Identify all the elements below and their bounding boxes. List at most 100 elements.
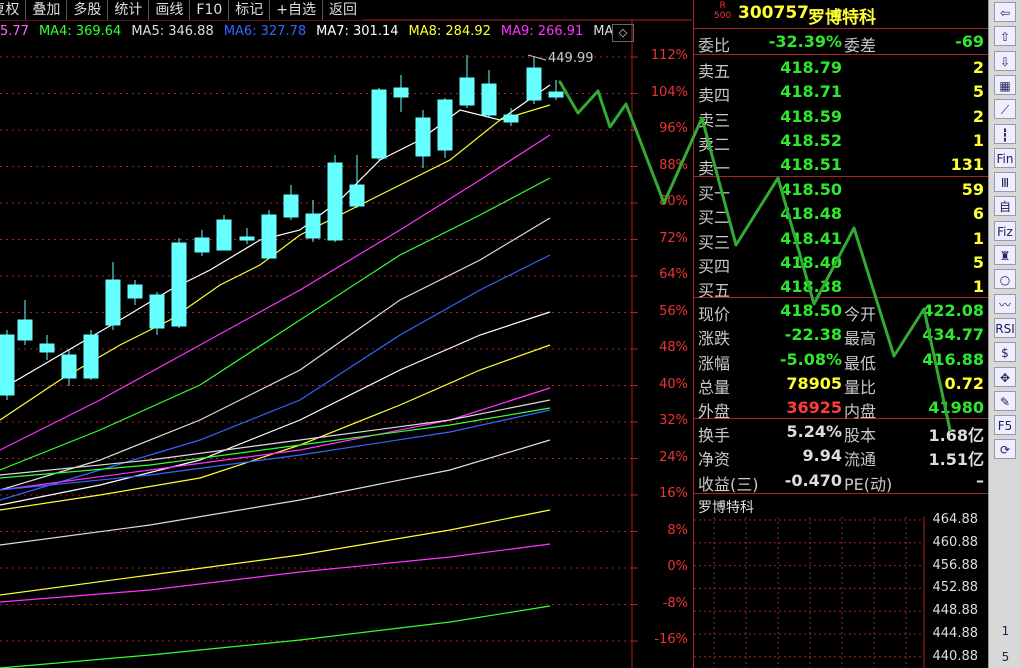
stat-label: 涨跌: [698, 329, 731, 349]
back-arrow-icon[interactable]: ⇦: [994, 2, 1016, 22]
kline-icon[interactable]: ┇: [994, 123, 1016, 144]
fund-label: 收益(三): [698, 474, 759, 494]
rsi-icon[interactable]: RSI: [994, 317, 1016, 338]
toolbar-button-7[interactable]: +自选: [269, 0, 322, 20]
percent-tick-label: 96%: [659, 121, 688, 136]
sell-level-label: 卖二: [698, 134, 731, 154]
sell-price: 418.71: [780, 82, 842, 102]
percent-tick-label: 104%: [650, 84, 688, 100]
toolbar-button-2[interactable]: 多股: [66, 0, 107, 20]
sell-qty: 131: [950, 155, 984, 175]
buy-qty: 6: [972, 204, 984, 224]
stock-code[interactable]: 300757: [738, 3, 809, 23]
toolbar-button-4[interactable]: 画线: [148, 0, 189, 20]
candle-body: [327, 162, 343, 241]
stat-label: 总量: [698, 377, 731, 397]
line-chart-icon[interactable]: ⟋: [994, 99, 1016, 120]
percent-tick-label: 64%: [659, 267, 688, 282]
sell-row: 卖二 418.52 1: [694, 129, 988, 154]
sell-price: 418.79: [780, 58, 842, 77]
buy-qty: 1: [972, 228, 984, 248]
candle-body: [459, 77, 475, 106]
candle-body: [548, 91, 564, 98]
percent-tick-label: 32%: [659, 413, 688, 428]
buy-level-label: 买五: [698, 281, 731, 301]
sell-qty: 5: [972, 82, 984, 102]
pen-icon[interactable]: ✎: [994, 390, 1016, 411]
max-price-label: 449.99: [548, 51, 594, 66]
figure-icon[interactable]: ♜: [994, 245, 1016, 265]
refresh-icon[interactable]: ⟳: [994, 439, 1016, 460]
sell-qty: 2: [972, 106, 984, 126]
order-diff-value: -69: [955, 32, 984, 51]
percent-tick-label: 40%: [659, 376, 688, 392]
candle-body: [371, 89, 387, 159]
buy-qty: 1: [972, 277, 984, 297]
down-arrow-icon[interactable]: ⇩: [994, 50, 1016, 71]
buy-price: 418.50: [780, 180, 842, 199]
candle-body: [17, 319, 33, 341]
mini-price-label: 456.88: [932, 557, 979, 573]
toolbar-button-8[interactable]: 返回: [322, 0, 363, 20]
candle-body: [127, 284, 143, 299]
sell-row: 卖四 418.71 5: [694, 80, 988, 105]
sell-qty: 2: [972, 58, 984, 77]
stat-value: 0.72: [944, 373, 984, 393]
kline-chart[interactable]: [0, 0, 692, 668]
kline-chart-pane[interactable]: 5.77 MA4: 369.64 MA5: 346.88 MA6: 327.78 MA7…: [0, 0, 692, 668]
self-icon[interactable]: 自: [994, 196, 1016, 217]
percent-tick-label: 112%: [650, 48, 688, 63]
r-badge-top: R: [719, 1, 726, 11]
candle-body: [415, 117, 431, 157]
candle-body: [503, 114, 519, 123]
stat-label: 量比: [844, 377, 877, 397]
move-icon[interactable]: ✥: [994, 366, 1016, 387]
order-ratio-value: -32.39%: [768, 32, 842, 51]
toolbar-button-6[interactable]: 标记: [228, 0, 269, 20]
candle-body: [105, 279, 121, 326]
candle-body: [0, 334, 15, 396]
buy-row: 买四 418.40 5: [694, 251, 988, 276]
candle-body: [194, 237, 210, 253]
candle-body: [83, 334, 99, 379]
stat-label: 现价: [698, 305, 731, 324]
legend-toggle-icon[interactable]: ◇: [612, 24, 634, 42]
stat-label: 外盘: [698, 402, 731, 422]
fin-icon[interactable]: Fin: [994, 147, 1016, 168]
list-icon[interactable]: ▦: [994, 74, 1016, 95]
fund-value: 5.24%: [786, 422, 842, 441]
stat-value: 78905: [786, 373, 842, 393]
ma-line: [0, 344, 551, 511]
toolbar-number[interactable]: 5: [989, 650, 1021, 664]
f5-icon[interactable]: F5: [994, 415, 1016, 436]
ma-line: [0, 509, 551, 596]
mini-price-label: 448.88: [932, 603, 979, 619]
fund-value: -0.470: [784, 470, 842, 490]
dollar-icon[interactable]: $: [994, 342, 1016, 363]
buy-level-label: 买三: [698, 232, 731, 252]
stock-name[interactable]: 罗博特科: [808, 3, 876, 28]
stat-row: 涨幅 -5.08% 最低 416.88: [694, 348, 988, 373]
up-arrow-icon[interactable]: ⇧: [994, 26, 1016, 47]
toolbar-button-5[interactable]: F10: [189, 0, 228, 20]
r-badge-bottom: 500: [714, 11, 732, 21]
top-toolbar: 复权叠加多股统计画线F10标记+自选返回: [0, 0, 363, 20]
ma-legend-item: MA6: 327.78: [223, 24, 307, 39]
circle-icon[interactable]: ○: [994, 269, 1016, 290]
buy-level-label: 买二: [698, 208, 731, 228]
stat-label: 最高: [844, 329, 877, 349]
toolbar-number[interactable]: 1: [989, 624, 1021, 638]
toolbar-button-3[interactable]: 统计: [107, 0, 148, 20]
candle-body: [526, 67, 542, 101]
toolbar-button-1[interactable]: 叠加: [25, 0, 66, 20]
percent-tick-label: 88%: [659, 157, 688, 173]
mini-price-label: 440.88: [932, 648, 979, 664]
doc-icon[interactable]: Ⅲ: [994, 172, 1016, 193]
stat-value: 434.77: [922, 325, 984, 345]
wave-icon[interactable]: 〰: [994, 293, 1016, 314]
fiz-icon[interactable]: Fiz: [994, 220, 1016, 241]
percent-tick-label: 56%: [659, 303, 688, 319]
toolbar-button-0[interactable]: 复权: [0, 0, 25, 20]
stat-row: 外盘 36925 内盘 41980: [694, 396, 988, 422]
candle-body: [437, 99, 453, 151]
